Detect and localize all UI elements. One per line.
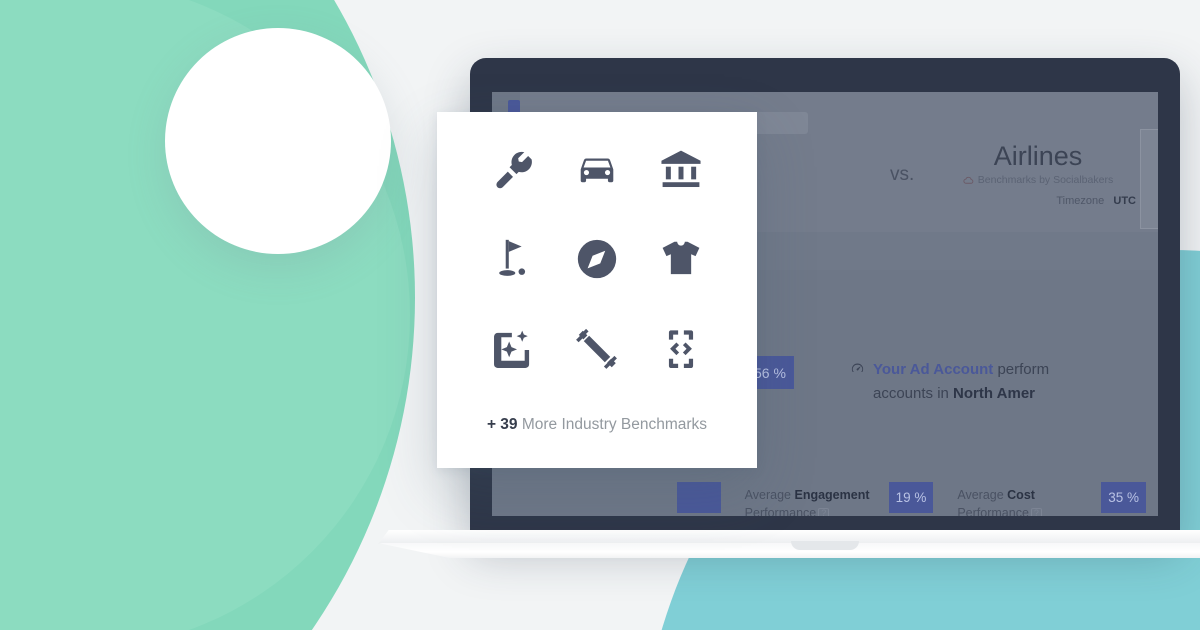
industry-icon-beauty[interactable]: [471, 322, 555, 380]
car-icon: [574, 146, 620, 197]
wrench-icon: [490, 146, 536, 197]
industry-icon-sports[interactable]: [471, 232, 555, 290]
compass-icon: [574, 236, 620, 287]
dumbbell-icon: [574, 326, 620, 377]
laptop-base-top: [378, 530, 1200, 544]
industry-badge[interactable]: AIRLINES: [1140, 129, 1158, 229]
industry-icon-auto-services[interactable]: [471, 142, 555, 200]
background-white-circle: [165, 28, 391, 254]
industry-icon-travel[interactable]: [555, 232, 639, 290]
golf-flag-icon: [490, 236, 536, 287]
industry-header-block: Airlines Benchmarks by Socialbakers Time…: [940, 142, 1136, 207]
metric-title: Average Engagement Performance?: [745, 482, 870, 516]
metric-card[interactable]: Total Spend 84 %: [520, 482, 733, 516]
gauge-icon: [850, 361, 865, 376]
copy-line2-pre: accounts in: [873, 385, 954, 402]
metric-card-engagement[interactable]: Average Engagement Performance? 19 % Imp…: [733, 482, 946, 516]
laptop-base-notch: [791, 541, 859, 550]
more-benchmarks-text: More Industry Benchmarks: [517, 416, 708, 433]
industry-icon-fitness[interactable]: [555, 322, 639, 380]
help-icon[interactable]: ?: [818, 507, 830, 516]
benchmarks-credit: Benchmarks by Socialbakers: [940, 174, 1136, 186]
vs-label: vs.: [890, 164, 915, 185]
timezone-row: Timezone UTC: [940, 195, 1136, 207]
sparkle-photo-icon: [490, 326, 536, 377]
copy-mid: perform: [993, 361, 1050, 378]
metric-value: [676, 482, 721, 513]
timezone-label: Timezone: [1056, 195, 1105, 208]
metric-title-pre: Average: [957, 488, 1008, 502]
laptop-base-bottom: [378, 543, 1200, 558]
timezone-value: UTC: [1113, 195, 1136, 208]
metric-title-bold: Engagement: [794, 488, 870, 502]
copy-account-highlight: Your Ad Account: [873, 361, 994, 378]
benchmarks-credit-text: Benchmarks by Socialbakers: [977, 174, 1114, 187]
metric-value: 19 %: [888, 482, 934, 513]
more-benchmarks-footer: + 39 More Industry Benchmarks: [437, 416, 757, 434]
industry-icon-software[interactable]: [639, 322, 723, 380]
metric-title-pre: Average: [744, 488, 795, 502]
help-icon[interactable]: ?: [1030, 507, 1042, 516]
industry-icon-automotive[interactable]: [555, 142, 639, 200]
code-device-icon: [658, 326, 704, 377]
tshirt-icon: [658, 236, 704, 287]
industry-icon-finance[interactable]: [639, 142, 723, 200]
more-benchmarks-count: + 39: [486, 416, 518, 433]
metric-title-post: Performance: [957, 506, 1029, 516]
metrics-row: Total Spend 84 % Average Engagement Perf…: [520, 482, 1158, 516]
industry-icon-fashion[interactable]: [639, 232, 723, 290]
industry-icons-card: + 39 More Industry Benchmarks: [437, 112, 757, 468]
metric-card-cost[interactable]: Average Cost Performance? 35 % Cost per …: [945, 482, 1158, 516]
metric-title-post: Performance: [744, 506, 817, 516]
metric-title: Average Cost Performance?: [957, 482, 1042, 516]
metric-value: 35 %: [1101, 482, 1147, 513]
metric-title-bold: Cost: [1007, 488, 1035, 502]
bank-icon: [658, 146, 704, 197]
copy-region: North Amer: [953, 385, 1035, 402]
industry-title: Airlines: [993, 141, 1083, 171]
cloud-icon: [963, 175, 974, 186]
industry-icon-grid: [437, 142, 757, 380]
benchmark-score-copy: Your Ad Account perform accounts in Nort…: [850, 358, 1158, 406]
laptop-base: [378, 530, 1200, 558]
